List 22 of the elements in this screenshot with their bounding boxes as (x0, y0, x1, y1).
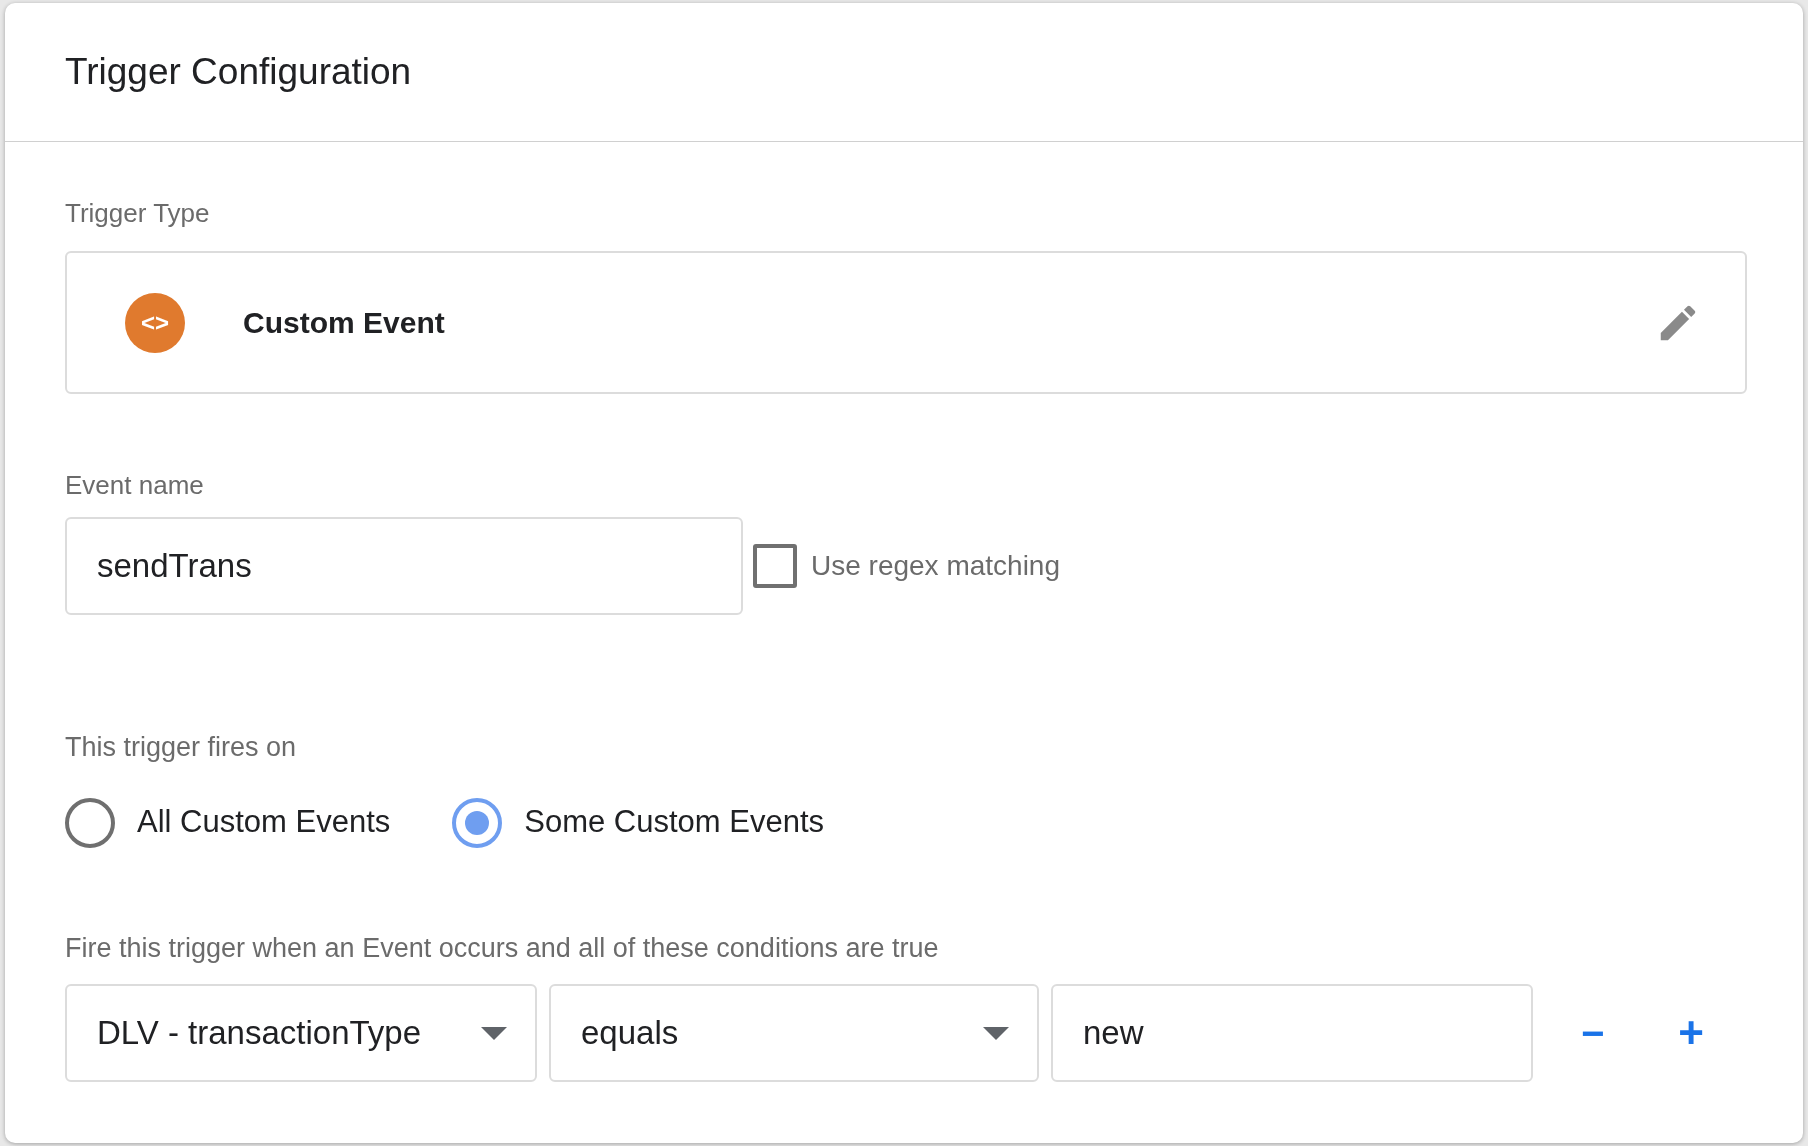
section-label: Trigger Type (65, 198, 210, 228)
dropdown[interactable]: equals (549, 984, 1039, 1082)
code-icon: <> (125, 292, 185, 353)
field-label: Event name (65, 470, 204, 500)
event-name-input[interactable]: sendTrans (65, 517, 743, 615)
radio-button[interactable] (452, 797, 503, 848)
condition-value-input[interactable]: new (1051, 984, 1533, 1082)
section-label: This trigger fires on (65, 732, 297, 762)
trigger-type-card[interactable]: <> Custom Event (65, 251, 1747, 394)
card-title: Trigger Configuration (65, 50, 412, 95)
conditions-label: Fire this trigger when an Event occurs and all of these conditions are true (65, 932, 939, 963)
trigger-type-name: Custom Event (243, 305, 445, 341)
caret-icon (983, 1026, 1009, 1040)
dropdown[interactable]: DLV - transactionType (65, 984, 537, 1082)
add-button[interactable]: + (1672, 1011, 1711, 1055)
checkbox[interactable] (753, 544, 797, 588)
radio-label: All Custom Events (137, 803, 391, 842)
remove-button[interactable]: − (1575, 1013, 1611, 1053)
radio-label: Some Custom Events (524, 803, 825, 842)
radio-button[interactable] (65, 797, 115, 848)
checkbox-label: Use regex matching (811, 549, 1060, 583)
caret-icon (481, 1026, 507, 1040)
